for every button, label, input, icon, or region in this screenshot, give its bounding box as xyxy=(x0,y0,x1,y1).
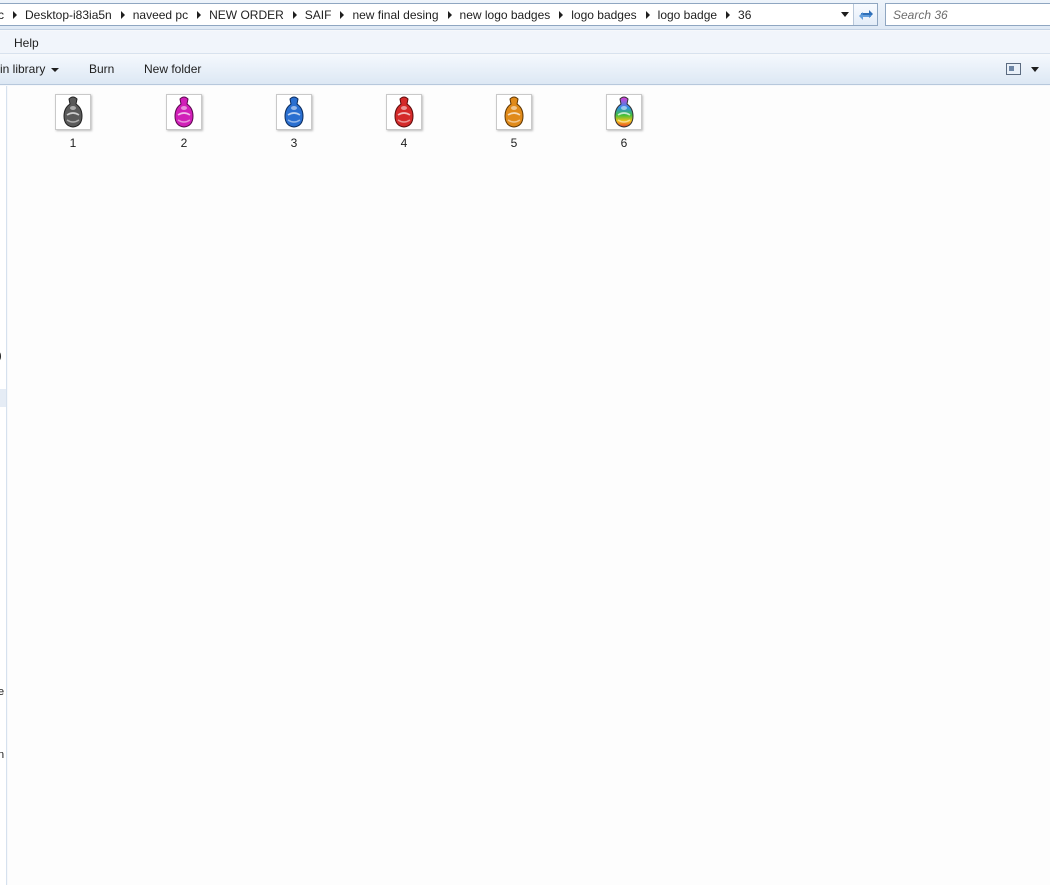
file-item[interactable]: 1 xyxy=(43,94,103,154)
breadcrumb-naveed-pc[interactable]: naveed pc xyxy=(133,8,188,22)
nav-selected-item[interactable] xyxy=(0,389,6,407)
address-row: c Desktop-i83ia5n naveed pc NEW ORDER SA… xyxy=(0,0,1050,30)
thumbnail[interactable] xyxy=(606,94,642,130)
nav-fragment[interactable]: n xyxy=(0,749,4,761)
breadcrumb-partial[interactable]: c xyxy=(0,8,4,22)
new-folder-button[interactable]: New folder xyxy=(144,62,201,76)
breadcrumb-separator-icon[interactable] xyxy=(340,10,345,19)
search-input[interactable] xyxy=(893,7,1043,22)
breadcrumb-separator-icon[interactable] xyxy=(292,10,297,19)
breadcrumb-separator-icon[interactable] xyxy=(120,10,125,19)
breadcrumb-logo-badges[interactable]: logo badges xyxy=(571,8,636,22)
file-item[interactable]: 5 xyxy=(484,94,544,154)
nav-fragment[interactable]: e xyxy=(0,686,4,698)
logo-badge-icon xyxy=(504,96,524,128)
breadcrumb-36[interactable]: 36 xyxy=(738,8,751,22)
logo-badge-icon xyxy=(63,96,83,128)
refresh-button[interactable] xyxy=(853,4,877,25)
thumbnail[interactable] xyxy=(496,94,532,130)
nav-fragment[interactable]: ) xyxy=(0,350,2,362)
breadcrumb-new-order[interactable]: NEW ORDER xyxy=(209,8,284,22)
breadcrumb-separator-icon[interactable] xyxy=(645,10,650,19)
logo-badge-icon xyxy=(284,96,304,128)
burn-button[interactable]: Burn xyxy=(89,62,114,76)
refresh-icon xyxy=(858,9,873,20)
breadcrumb-separator-icon[interactable] xyxy=(559,10,564,19)
file-name[interactable]: 2 xyxy=(154,136,214,150)
breadcrumb-desktop[interactable]: Desktop-i83ia5n xyxy=(25,8,112,22)
file-name[interactable]: 1 xyxy=(43,136,103,150)
include-in-library-button[interactable]: in library xyxy=(0,62,60,76)
menu-bar: Help xyxy=(0,31,1050,54)
thumbnail[interactable] xyxy=(276,94,312,130)
address-bar[interactable]: c Desktop-i83ia5n naveed pc NEW ORDER SA… xyxy=(0,3,878,26)
thumbnail[interactable] xyxy=(166,94,202,130)
thumbnail[interactable] xyxy=(55,94,91,130)
file-item[interactable]: 3 xyxy=(264,94,324,154)
breadcrumb-new-logo-badges[interactable]: new logo badges xyxy=(460,8,551,22)
file-name[interactable]: 3 xyxy=(264,136,324,150)
thumbnail[interactable] xyxy=(386,94,422,130)
navigation-pane[interactable]: ) e n xyxy=(0,86,7,885)
include-in-library-label: in library xyxy=(0,62,46,76)
chevron-down-icon[interactable] xyxy=(1031,67,1039,72)
chevron-down-icon xyxy=(51,67,60,72)
file-item[interactable]: 6 xyxy=(594,94,654,154)
logo-badge-icon xyxy=(614,96,634,128)
breadcrumb-separator-icon[interactable] xyxy=(726,10,731,19)
view-options-icon[interactable] xyxy=(1006,63,1021,75)
breadcrumb-separator-icon[interactable] xyxy=(447,10,452,19)
file-name[interactable]: 6 xyxy=(594,136,654,150)
breadcrumb-logo-badge[interactable]: logo badge xyxy=(658,8,717,22)
menu-help[interactable]: Help xyxy=(14,36,39,50)
breadcrumb-new-final-desing[interactable]: new final desing xyxy=(352,8,438,22)
file-item[interactable]: 2 xyxy=(154,94,214,154)
address-history-dropdown[interactable] xyxy=(837,4,853,25)
file-name[interactable]: 5 xyxy=(484,136,544,150)
logo-badge-icon xyxy=(394,96,414,128)
breadcrumb-saif[interactable]: SAIF xyxy=(305,8,332,22)
file-name[interactable]: 4 xyxy=(374,136,434,150)
file-list[interactable]: 1 2 3 4 5 6 xyxy=(8,86,1050,885)
breadcrumb-separator-icon[interactable] xyxy=(197,10,202,19)
command-toolbar: in library Burn New folder xyxy=(0,55,1050,85)
breadcrumb-separator-icon[interactable] xyxy=(13,10,17,19)
file-item[interactable]: 4 xyxy=(374,94,434,154)
logo-badge-icon xyxy=(174,96,194,128)
chevron-down-icon xyxy=(841,12,849,17)
search-box[interactable] xyxy=(885,3,1050,26)
